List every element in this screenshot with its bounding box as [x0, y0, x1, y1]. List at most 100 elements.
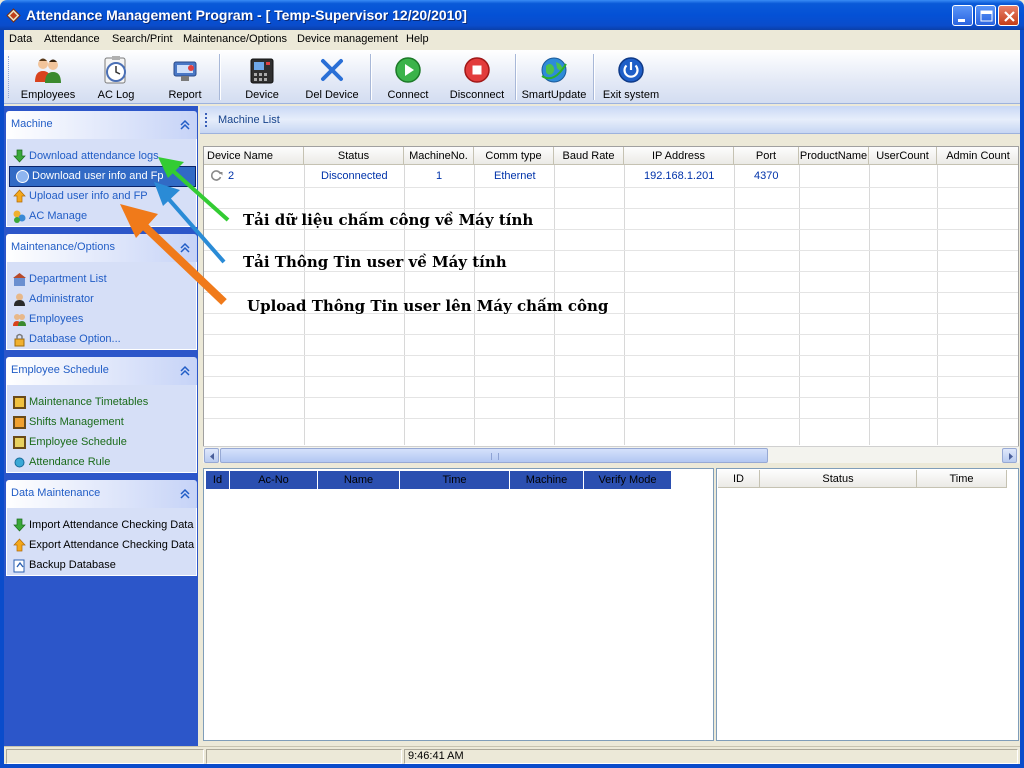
- report-button[interactable]: Report: [160, 52, 210, 102]
- employees-button-label: Employees: [20, 89, 76, 101]
- delete-icon: [321, 59, 343, 81]
- stop-icon: [464, 57, 490, 83]
- sidebar-group-employee-schedule[interactable]: Employee Schedule: [6, 357, 197, 385]
- column-header-time[interactable]: Time: [917, 470, 1007, 488]
- cell-machine-no: 1: [436, 170, 443, 182]
- backup-icon: [13, 559, 25, 573]
- column-header-time[interactable]: Time: [400, 471, 510, 489]
- menu-help[interactable]: Help: [406, 33, 429, 45]
- sidebar-item-label: Upload user info and FP: [29, 190, 148, 202]
- import-arrow-icon: [13, 518, 26, 532]
- department-icon: [13, 273, 26, 286]
- rule-icon: [14, 457, 25, 468]
- collapse-icon[interactable]: [177, 363, 193, 379]
- maximize-button[interactable]: [975, 5, 996, 26]
- sidebar-item-label: Shifts Management: [29, 416, 124, 428]
- column-header-device-name[interactable]: Device Name: [204, 147, 304, 165]
- close-button[interactable]: [998, 5, 1019, 26]
- toolbar: Employees AC Log Report Device Del Devic…: [4, 50, 1020, 104]
- device-icon: [250, 58, 274, 84]
- device-button-label: Device: [245, 89, 279, 101]
- machine-list-header: Machine List: [200, 106, 1020, 134]
- sidebar-item-shifts-management[interactable]: Shifts Management: [7, 413, 196, 432]
- play-icon: [395, 57, 421, 83]
- sidebar-item-maintenance-timetables[interactable]: Maintenance Timetables: [7, 393, 196, 412]
- minimize-button[interactable]: [952, 5, 973, 26]
- sidebar-item-import-attendance[interactable]: Import Attendance Checking Data: [7, 516, 196, 535]
- column-header-baud-rate[interactable]: Baud Rate: [554, 147, 624, 165]
- column-header-comm-type[interactable]: Comm type: [474, 147, 554, 165]
- column-header-port[interactable]: Port: [734, 147, 799, 165]
- horizontal-scrollbar[interactable]: [203, 446, 1019, 463]
- sidebar-item-label: Administrator: [29, 293, 94, 305]
- column-header-id[interactable]: ID: [718, 470, 760, 488]
- sidebar-group-title: Data Maintenance: [11, 487, 101, 499]
- column-header-admin-count[interactable]: Admin Count: [937, 147, 1018, 165]
- arrow-left-icon: [210, 453, 214, 460]
- shifts-icon: [13, 416, 26, 429]
- annotation-download-logs: Tải dữ liệu chấm công về Máy tính: [243, 211, 534, 229]
- toolbar-grip[interactable]: [8, 56, 11, 98]
- column-header-status[interactable]: Status: [304, 147, 404, 165]
- column-header-ac-no[interactable]: Ac-No: [230, 471, 318, 489]
- timetable-icon: [13, 396, 26, 409]
- sidebar-item-label: AC Manage: [29, 210, 88, 222]
- exit-system-button[interactable]: Exit system: [602, 52, 660, 102]
- sidebar-item-download-user-info[interactable]: Download user info and Fp: [9, 166, 196, 187]
- column-header-product-name[interactable]: ProductName: [799, 147, 869, 165]
- window-frame-right: [1020, 30, 1024, 768]
- menu-attendance[interactable]: Attendance: [44, 33, 100, 45]
- smart-update-button[interactable]: SmartUpdate: [520, 52, 588, 102]
- collapse-icon[interactable]: [177, 240, 193, 256]
- column-header-verify-mode[interactable]: Verify Mode: [584, 471, 672, 489]
- sidebar-item-attendance-rule[interactable]: Attendance Rule: [7, 453, 196, 472]
- column-header-name[interactable]: Name: [318, 471, 400, 489]
- upload-arrow-icon: [13, 189, 26, 203]
- window-frame-bottom: [0, 764, 1024, 768]
- sidebar-item-backup-database[interactable]: Backup Database: [7, 556, 196, 575]
- sidebar-group-data-maintenance[interactable]: Data Maintenance: [6, 480, 197, 508]
- scrollbar-thumb[interactable]: [220, 448, 768, 463]
- sidebar-item-download-attendance-logs[interactable]: Download attendance logs: [7, 147, 196, 166]
- toolbar-separator: [370, 54, 372, 100]
- status-cell: [404, 749, 1018, 764]
- collapse-icon[interactable]: [177, 486, 193, 502]
- employees-button[interactable]: Employees: [18, 52, 78, 102]
- connect-button[interactable]: Connect: [382, 52, 434, 102]
- disconnect-button[interactable]: Disconnect: [446, 52, 508, 102]
- menu-device-management[interactable]: Device management: [297, 33, 398, 45]
- status-cell: [206, 749, 402, 764]
- main-area: Machine List Device Name Status MachineN…: [200, 106, 1020, 746]
- column-header-user-count[interactable]: UserCount: [869, 147, 937, 165]
- sidebar-group-maintenance-options[interactable]: Maintenance/Options: [6, 234, 197, 262]
- sidebar-item-label: Attendance Rule: [29, 456, 111, 468]
- menu-data[interactable]: Data: [9, 33, 32, 45]
- collapse-icon[interactable]: [177, 117, 193, 133]
- ac-log-icon: [104, 56, 126, 84]
- device-button[interactable]: Device: [236, 52, 288, 102]
- column-header-status[interactable]: Status: [760, 470, 917, 488]
- sidebar-item-label: Maintenance Timetables: [29, 396, 149, 408]
- column-header-ip-address[interactable]: IP Address: [624, 147, 734, 165]
- sidebar-item-database-option[interactable]: Database Option...: [7, 330, 196, 349]
- sidebar-item-ac-manage[interactable]: AC Manage: [7, 207, 196, 226]
- menu-maintenance-options[interactable]: Maintenance/Options: [183, 33, 287, 45]
- menu-search-print[interactable]: Search/Print: [112, 33, 173, 45]
- column-header-id[interactable]: Id: [206, 471, 230, 489]
- scroll-right-button[interactable]: [1002, 448, 1017, 463]
- sidebar-item-department-list[interactable]: Department List: [7, 270, 196, 289]
- ac-log-button[interactable]: AC Log: [90, 52, 142, 102]
- ac-log-button-label: AC Log: [97, 89, 135, 101]
- sidebar-group-machine[interactable]: Machine: [6, 111, 197, 139]
- sidebar-item-administrator[interactable]: Administrator: [7, 290, 196, 309]
- sidebar-item-upload-user-info[interactable]: Upload user info and FP: [7, 187, 196, 206]
- del-device-button[interactable]: Del Device: [301, 52, 363, 102]
- sidebar-item-employee-schedule[interactable]: Employee Schedule: [7, 433, 196, 452]
- cell-comm-type: Ethernet: [494, 170, 536, 182]
- scroll-left-button[interactable]: [204, 448, 219, 463]
- sidebar-item-export-attendance[interactable]: Export Attendance Checking Data: [7, 536, 196, 555]
- sidebar-item-employees[interactable]: Employees: [7, 310, 196, 329]
- column-header-machine[interactable]: Machine: [510, 471, 584, 489]
- column-header-machine-no[interactable]: MachineNo.: [404, 147, 474, 165]
- ac-manage-icon: [13, 210, 26, 223]
